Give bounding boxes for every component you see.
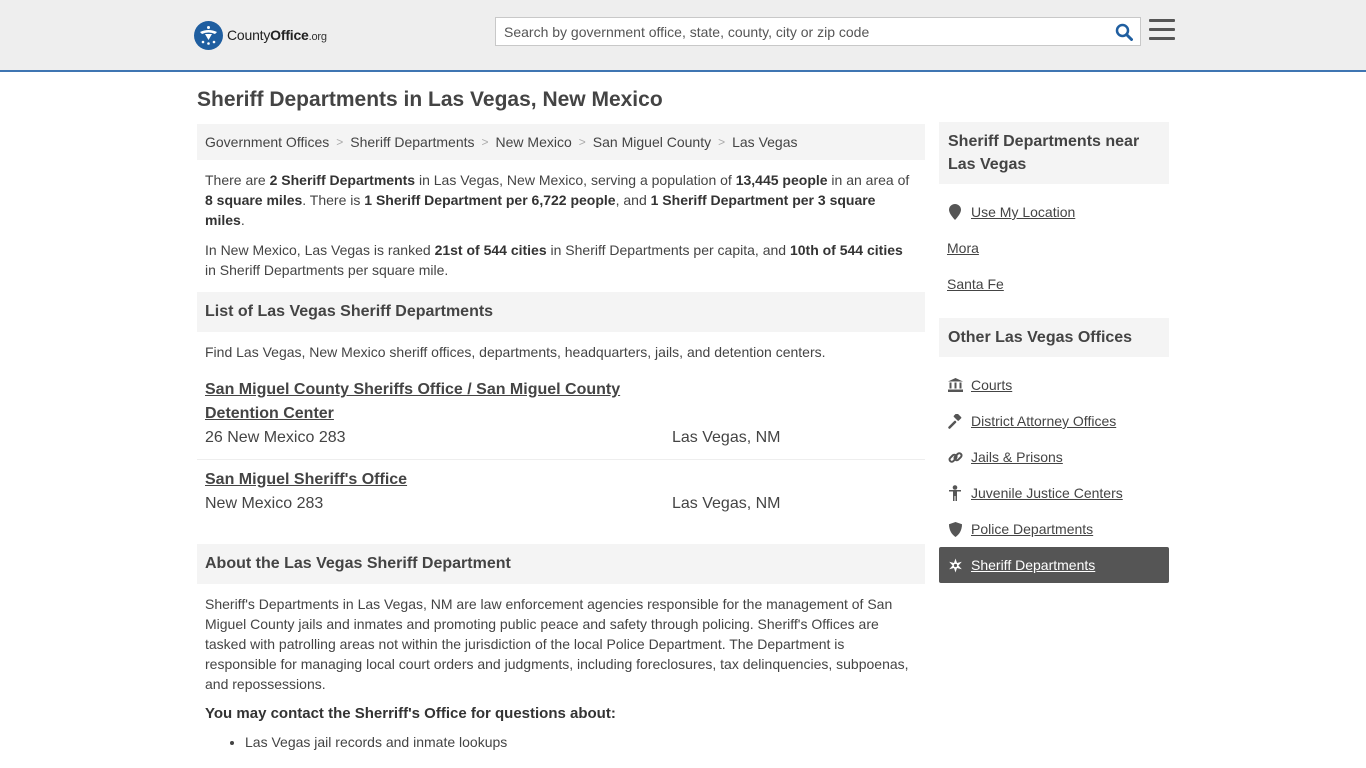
search-button[interactable] — [1108, 18, 1140, 45]
listing-name-link[interactable]: San Miguel Sheriff's Office — [205, 468, 645, 492]
breadcrumb-sheriff-departments[interactable]: Sheriff Departments — [350, 134, 474, 150]
about-section-title: About the Las Vegas Sheriff Department — [197, 544, 925, 584]
intro-ranking-paragraph: In New Mexico, Las Vegas is ranked 21st … — [205, 242, 903, 278]
breadcrumb: Government Offices > Sheriff Departments… — [197, 124, 925, 160]
listing-city: Las Vegas, NM — [672, 495, 781, 512]
contact-heading: You may contact the Sherriff's Office fo… — [205, 705, 616, 722]
listing-item: San Miguel Sheriff's Office New Mexico 2… — [197, 460, 925, 525]
gavel-icon — [947, 413, 963, 429]
sidebar-item-sheriff-departments[interactable]: Sheriff Departments — [939, 547, 1169, 583]
sidebar-item-courts[interactable]: Courts — [939, 367, 1169, 403]
search-input[interactable] — [496, 18, 1108, 45]
nearby-city-link[interactable]: Santa Fe — [947, 276, 1004, 292]
other-offices-title: Other Las Vegas Offices — [939, 318, 1169, 357]
sheriff-star-icon — [947, 557, 963, 573]
nearby-offices-list: Use My Location Mora Santa Fe — [939, 184, 1169, 308]
sidebar-item-police-departments[interactable]: Police Departments — [939, 511, 1169, 547]
sidebar-item-mora[interactable]: Mora — [939, 230, 1169, 266]
site-logo[interactable]: CountyOffice.org — [194, 20, 327, 50]
jails-prisons-link[interactable]: Jails & Prisons — [971, 449, 1063, 465]
breadcrumb-government-offices[interactable]: Government Offices — [205, 134, 329, 150]
list-section-title: List of Las Vegas Sheriff Departments — [197, 292, 925, 332]
breadcrumb-separator: > — [578, 135, 586, 149]
breadcrumb-separator: > — [336, 135, 344, 149]
nearby-city-link[interactable]: Mora — [947, 240, 979, 256]
breadcrumb-separator: > — [718, 135, 726, 149]
child-icon — [947, 485, 963, 501]
listing-city: Las Vegas, NM — [672, 429, 781, 446]
chain-link-icon — [947, 449, 963, 465]
page-title: Sheriff Departments in Las Vegas, New Me… — [197, 88, 663, 111]
search-icon — [1115, 23, 1133, 41]
sidebar-item-jails-prisons[interactable]: Jails & Prisons — [939, 439, 1169, 475]
courthouse-icon — [947, 377, 963, 393]
listing-address: 26 New Mexico 283 — [205, 429, 346, 446]
police-departments-link[interactable]: Police Departments — [971, 521, 1093, 537]
sidebar-item-use-my-location[interactable]: Use My Location — [939, 194, 1169, 230]
hamburger-menu-icon[interactable] — [1149, 19, 1175, 43]
sidebar: Sheriff Departments near Las Vegas Use M… — [939, 122, 1169, 589]
nearby-offices-title: Sheriff Departments near Las Vegas — [939, 122, 1169, 184]
main-content: Government Offices > Sheriff Departments… — [197, 124, 925, 752]
list-section-description: Find Las Vegas, New Mexico sheriff offic… — [205, 344, 826, 360]
contact-list: Las Vegas jail records and inmate lookup… — [245, 732, 917, 752]
map-pin-icon — [947, 204, 963, 220]
intro-stats-paragraph: There are 2 Sheriff Departments in Las V… — [205, 172, 910, 228]
breadcrumb-las-vegas[interactable]: Las Vegas — [732, 134, 797, 150]
courts-link[interactable]: Courts — [971, 377, 1012, 393]
use-my-location-link[interactable]: Use My Location — [971, 204, 1075, 220]
sheriff-departments-link[interactable]: Sheriff Departments — [971, 557, 1095, 573]
intro-text: There are 2 Sheriff Departments in Las V… — [197, 160, 925, 280]
about-paragraph: Sheriff's Departments in Las Vegas, NM a… — [205, 596, 909, 692]
listing-address: New Mexico 283 — [205, 495, 324, 512]
breadcrumb-new-mexico[interactable]: New Mexico — [496, 134, 572, 150]
site-header: CountyOffice.org — [0, 0, 1366, 72]
sidebar-item-district-attorney-offices[interactable]: District Attorney Offices — [939, 403, 1169, 439]
contact-list-item: Las Vegas jail records and inmate lookup… — [245, 732, 917, 752]
breadcrumb-san-miguel-county[interactable]: San Miguel County — [593, 134, 711, 150]
search-box — [495, 17, 1141, 46]
sidebar-item-juvenile-justice-centers[interactable]: Juvenile Justice Centers — [939, 475, 1169, 511]
about-section: Sheriff's Departments in Las Vegas, NM a… — [197, 584, 925, 752]
shield-icon — [947, 521, 963, 537]
logo-seal-icon — [194, 20, 223, 50]
breadcrumb-separator: > — [481, 135, 489, 149]
juvenile-justice-link[interactable]: Juvenile Justice Centers — [971, 485, 1123, 501]
sidebar-item-santa-fe[interactable]: Santa Fe — [939, 266, 1169, 302]
other-offices-list: Courts District Attorney Offices Jails &… — [939, 357, 1169, 589]
listing-name-link[interactable]: San Miguel County Sheriffs Office / San … — [205, 378, 645, 426]
logo-text: CountyOffice.org — [227, 27, 327, 43]
district-attorney-link[interactable]: District Attorney Offices — [971, 413, 1116, 429]
listing-item: San Miguel County Sheriffs Office / San … — [197, 370, 925, 460]
